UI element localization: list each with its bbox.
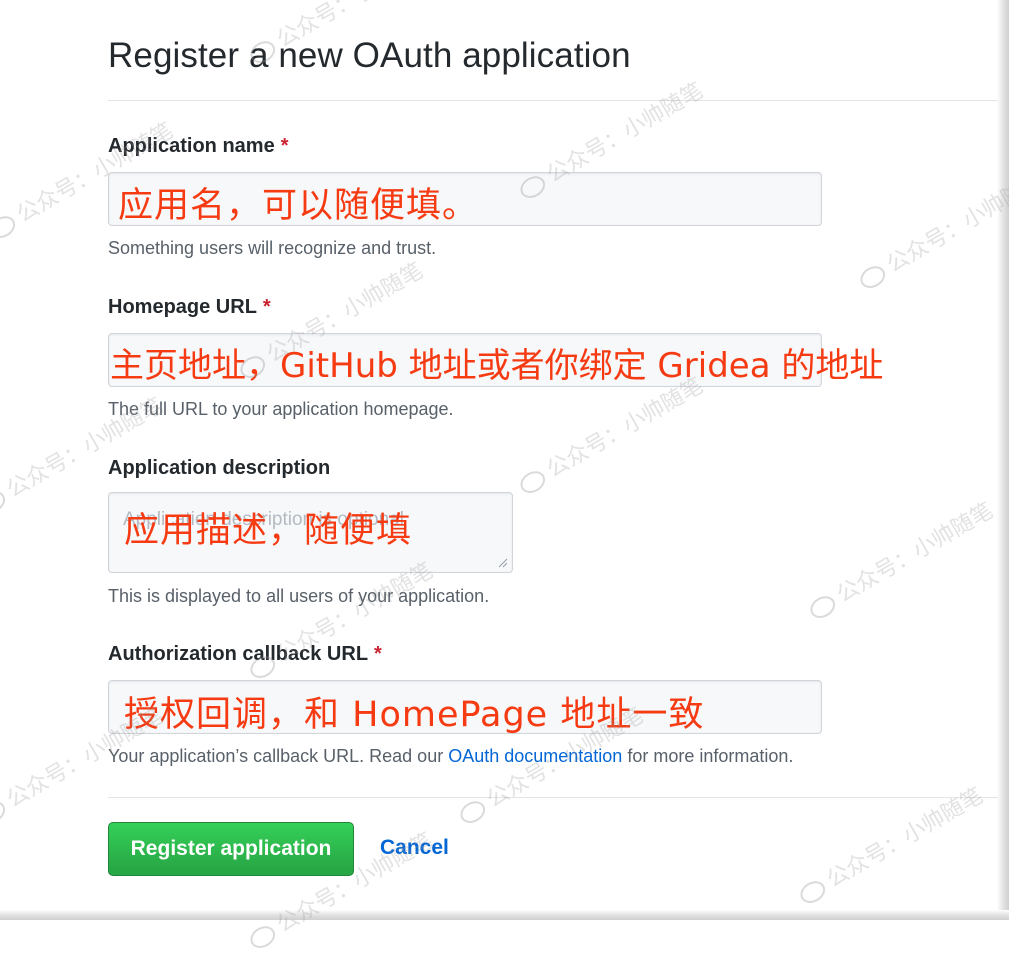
app-name-note: Something users will recognize and trust…: [108, 238, 437, 258]
required-mark: *: [262, 296, 271, 318]
callback-url-note: Your application’s callback URL. Read ou…: [108, 746, 794, 766]
required-mark: *: [374, 643, 382, 665]
wechat-icon: [0, 796, 10, 828]
wechat-icon: [856, 261, 890, 293]
description-label: Application description: [108, 457, 331, 479]
oauth-documentation-link[interactable]: OAuth documentation: [448, 746, 622, 766]
wechat-icon: [516, 466, 550, 498]
register-application-button[interactable]: Register application: [108, 822, 354, 876]
watermark: 公众号：小帅随笔: [802, 493, 998, 625]
resize-grip-icon[interactable]: [498, 558, 508, 568]
callback-url-label: Authorization callback URL *: [108, 643, 382, 665]
wechat-icon: [796, 876, 830, 908]
wechat-icon: [246, 921, 280, 953]
actions-divider: [108, 797, 998, 798]
wechat-icon: [0, 486, 10, 518]
page-shadow-bottom: [0, 910, 1009, 920]
page-title: Register a new OAuth application: [108, 36, 631, 75]
watermark: 公众号：小帅随笔: [512, 368, 708, 500]
cancel-link[interactable]: Cancel: [380, 836, 449, 860]
description-note: This is displayed to all users of your a…: [108, 586, 490, 606]
required-mark: *: [280, 135, 289, 157]
app-name-label: Application name *: [108, 135, 289, 157]
page-shadow-right: [997, 0, 1009, 920]
wechat-icon: [456, 796, 490, 828]
title-divider: [108, 100, 998, 101]
watermark: 公众号：小帅随笔: [852, 163, 1009, 295]
homepage-url-annotation: 主页地址，GitHub 地址或者你绑定 Gridea 的地址: [110, 346, 884, 386]
wechat-icon: [0, 211, 20, 243]
wechat-icon: [806, 591, 840, 623]
homepage-url-label: Homepage URL *: [108, 296, 271, 318]
description-annotation: 应用描述，随便填: [124, 511, 413, 551]
app-name-annotation: 应用名，可以随便填。: [118, 186, 479, 226]
callback-url-annotation: 授权回调，和 HomePage 地址一致: [124, 695, 705, 735]
homepage-url-note: The full URL to your application homepag…: [108, 399, 454, 419]
